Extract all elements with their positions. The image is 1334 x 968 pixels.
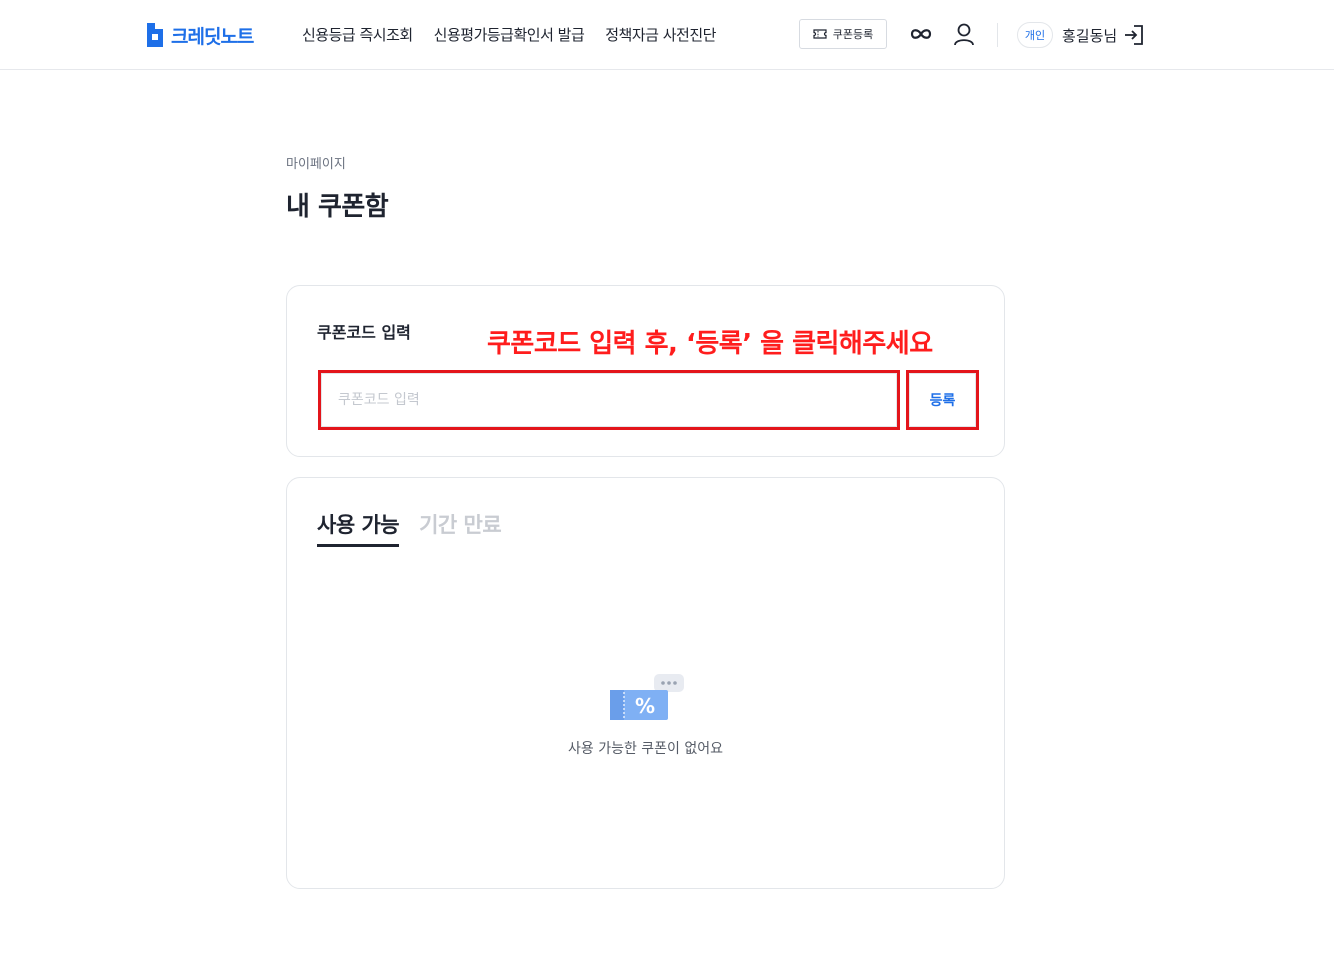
infinity-icon[interactable]: [909, 26, 933, 42]
coupon-list-card: 사용 가능 기간 만료 % 사용 가능한 쿠폰이 없어요: [286, 477, 1005, 889]
register-button-highlight: 등록: [906, 370, 979, 430]
page-title: 내 쿠폰함: [286, 192, 389, 222]
coupon-register-card: 쿠폰코드 입력 쿠폰코드 입력 후, ‘등록’ 을 클릭해주세요 등록: [286, 285, 1005, 457]
instruction-annotation: 쿠폰코드 입력 후, ‘등록’ 을 클릭해주세요: [487, 329, 933, 359]
user-icon[interactable]: [953, 23, 975, 47]
coupon-tabs: 사용 가능 기간 만료: [317, 509, 502, 547]
user-type-badge: 개인: [1017, 22, 1053, 48]
tab-expired[interactable]: 기간 만료: [419, 509, 502, 547]
logo[interactable]: 크레딧노트: [145, 22, 254, 48]
nav-credit-check[interactable]: 신용등급 즉시조회: [302, 24, 413, 45]
coupon-register-label: 쿠폰등록: [832, 28, 874, 41]
logout-icon[interactable]: [1124, 24, 1144, 46]
empty-coupon-icon: %: [610, 674, 684, 720]
coupon-input-highlight: [318, 370, 900, 430]
nav-credit-certificate[interactable]: 신용평가등급확인서 발급: [434, 24, 585, 45]
logo-icon: [147, 23, 163, 47]
coupon-code-label: 쿠폰코드 입력: [317, 323, 411, 342]
coupon-register-header-button[interactable]: 쿠폰등록: [799, 19, 887, 49]
username[interactable]: 홍길동님: [1062, 25, 1117, 46]
top-header: 크레딧노트 신용등급 즉시조회 신용평가등급확인서 발급 정책자금 사전진단 쿠…: [0, 0, 1334, 70]
nav-policy-fund[interactable]: 정책자금 사전진단: [605, 24, 716, 45]
ticket-icon: [813, 29, 827, 39]
coupon-code-input[interactable]: [321, 373, 897, 427]
main-nav: 신용등급 즉시조회 신용평가등급확인서 발급 정책자금 사전진단: [302, 24, 716, 45]
logo-text: 크레딧노트: [171, 25, 254, 48]
tab-available[interactable]: 사용 가능: [317, 509, 400, 547]
breadcrumb[interactable]: 마이페이지: [286, 153, 346, 172]
header-divider: [997, 23, 998, 47]
register-button[interactable]: 등록: [909, 373, 976, 427]
empty-message: 사용 가능한 쿠폰이 없어요: [567, 741, 724, 757]
svg-text:%: %: [635, 694, 655, 718]
